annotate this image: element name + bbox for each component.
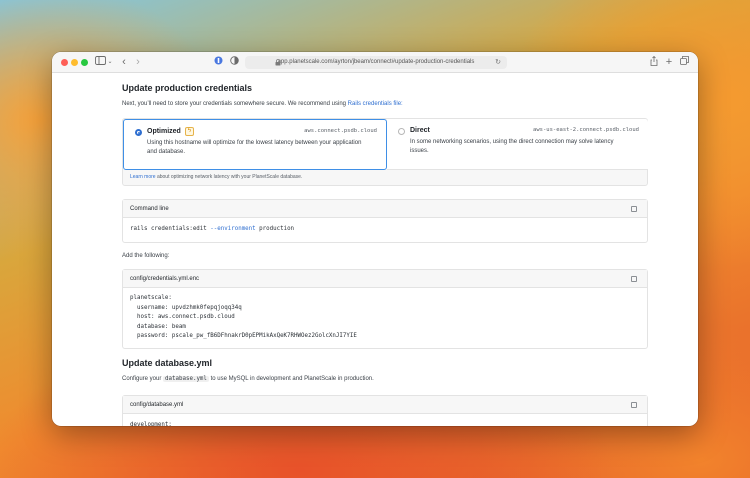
option-direct-host: aws-us-east-2.connect.psdb.cloud <box>533 127 639 133</box>
panel-title: config/credentials.yml.enc <box>130 276 200 282</box>
browser-window: ⌄ ‹ › app.planetscale.com/ayrton/jbeam/c… <box>52 52 698 426</box>
back-icon[interactable]: ‹ <box>120 56 128 69</box>
url-text: app.planetscale.com/ayrton/jbeam/connect… <box>277 59 475 65</box>
credentials-panel: config/credentials.yml.enc planetscale: … <box>122 269 648 349</box>
close-window-button[interactable] <box>61 59 68 66</box>
panel-header: Command line <box>123 200 647 218</box>
tab-overview-icon[interactable] <box>680 56 689 69</box>
forward-icon[interactable]: › <box>134 56 142 69</box>
credentials-code: planetscale: username: upvdzhmk0fepqjoqq… <box>130 295 357 339</box>
zoom-window-button[interactable] <box>81 59 88 66</box>
rails-credentials-link[interactable]: Rails credentials file: <box>348 101 403 107</box>
address-bar[interactable]: app.planetscale.com/ayrton/jbeam/connect… <box>245 56 507 69</box>
sidebar-toggle-icon[interactable] <box>94 56 106 69</box>
command-code: rails credentials:edit --environment pro… <box>130 226 295 232</box>
privacy-icon[interactable] <box>213 56 223 69</box>
database-yml-panel: config/database.yml development: <box>122 395 648 426</box>
shield-icon[interactable] <box>229 56 239 69</box>
credentials-intro: Next, you’ll need to store your credenti… <box>122 101 403 107</box>
option-optimized[interactable]: Optimized ϟ aws.connect.psdb.cloud Using… <box>123 119 387 170</box>
latency-note: Learn more about optimizing network late… <box>130 174 303 180</box>
inline-code: database.yml <box>163 376 209 382</box>
add-following-text: Add the following: <box>122 253 170 259</box>
new-tab-icon[interactable]: + <box>665 56 673 69</box>
database-intro: Configure your database.yml to use MySQL… <box>122 376 374 382</box>
lock-icon <box>275 59 281 66</box>
panel-title: Command line <box>130 206 169 212</box>
option-optimized-label: Optimized <box>147 128 181 135</box>
copy-icon[interactable] <box>631 206 637 212</box>
option-direct[interactable]: Direct aws-us-east-2.connect.psdb.cloud … <box>387 119 648 170</box>
minimize-window-button[interactable] <box>71 59 78 66</box>
database-code: development: <box>130 422 172 426</box>
hostname-options: Optimized ϟ aws.connect.psdb.cloud Using… <box>122 118 648 186</box>
section-title-credentials: Update production credentials <box>122 83 253 93</box>
option-direct-desc: In some networking scenarios, using the … <box>410 139 614 154</box>
page-content: Update production credentials Next, you’… <box>52 74 698 426</box>
radio-direct[interactable] <box>398 128 405 135</box>
radio-optimized[interactable] <box>135 129 142 136</box>
chevron-down-icon[interactable]: ⌄ <box>107 56 113 69</box>
panel-header: config/database.yml <box>123 396 647 414</box>
command-line-panel: Command line rails credentials:edit --en… <box>122 199 648 243</box>
browser-toolbar: ⌄ ‹ › app.planetscale.com/ayrton/jbeam/c… <box>52 52 698 73</box>
learn-more-link[interactable]: Learn more <box>130 174 156 180</box>
panel-title: config/database.yml <box>130 402 184 408</box>
copy-icon[interactable] <box>631 402 637 408</box>
share-icon[interactable] <box>649 55 658 69</box>
lightning-icon: ϟ <box>185 127 194 136</box>
section-title-database: Update database.yml <box>122 358 213 368</box>
option-direct-label: Direct <box>410 127 430 134</box>
panel-header: config/credentials.yml.enc <box>123 270 647 288</box>
copy-icon[interactable] <box>631 276 637 282</box>
option-optimized-desc: Using this hostname will optimize for th… <box>147 140 362 155</box>
reload-icon[interactable]: ↻ <box>495 56 501 69</box>
option-optimized-host: aws.connect.psdb.cloud <box>304 128 377 134</box>
